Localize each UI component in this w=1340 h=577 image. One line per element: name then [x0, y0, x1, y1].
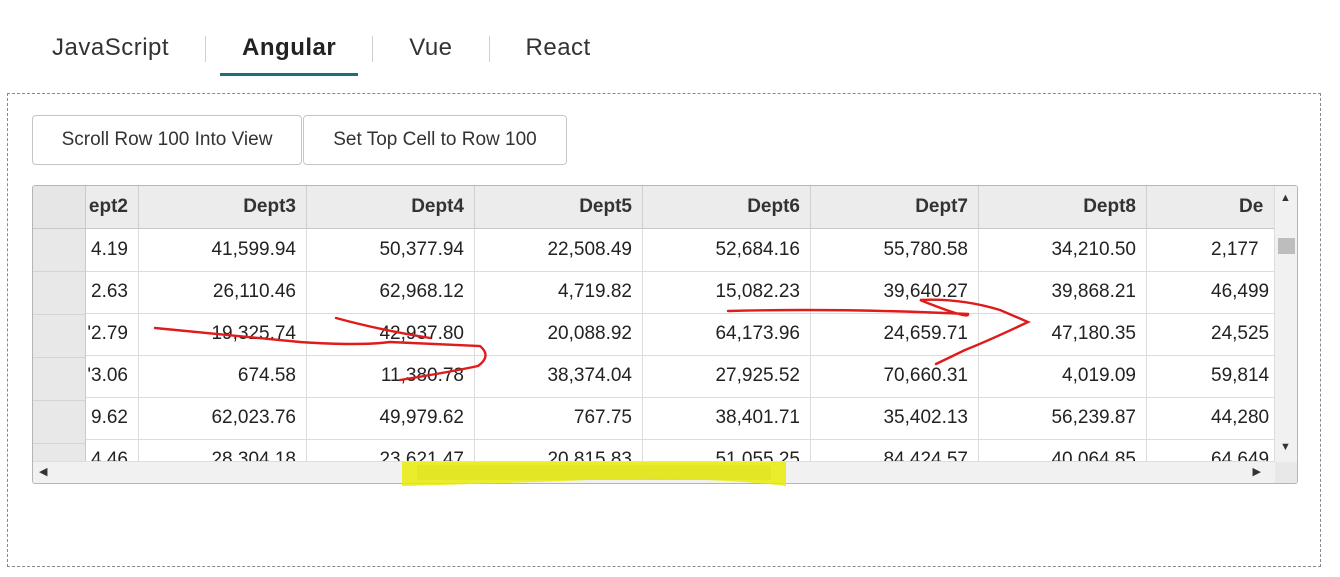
- table-row: 4.19 41,599.94 50,377.94 22,508.49 52,684.16…: [86, 229, 1275, 272]
- grid-cell[interactable]: 62,023.76: [139, 397, 307, 439]
- column-header[interactable]: ept2: [86, 186, 139, 228]
- horizontal-scroll-thumb[interactable]: [417, 465, 771, 480]
- table-row: 4.46 28,304.18 23,621.47 20,815.83 51,055.25…: [86, 439, 1275, 461]
- tab-angular[interactable]: Angular: [220, 28, 359, 76]
- tab-react[interactable]: React: [504, 28, 613, 74]
- grid-cell[interactable]: 62,968.12: [307, 271, 475, 313]
- tab-javascript[interactable]: JavaScript: [30, 28, 191, 74]
- grid-cell[interactable]: 2,177: [1147, 229, 1275, 271]
- grid-cell[interactable]: 4,019.09: [979, 355, 1147, 397]
- grid-cell[interactable]: 47,180.35: [979, 313, 1147, 355]
- grid-cell[interactable]: 56,239.87: [979, 397, 1147, 439]
- data-grid[interactable]: ept2 Dept3 Dept4 Dept5 Dept6 Dept7 Dept8…: [32, 185, 1298, 484]
- grid-cell[interactable]: 4.19: [86, 229, 139, 271]
- scroll-left-icon[interactable]: ◀: [39, 465, 47, 478]
- horizontal-scrollbar[interactable]: ◀ ▶: [33, 461, 1275, 483]
- row-header[interactable]: [33, 358, 85, 401]
- row-header[interactable]: [33, 401, 85, 444]
- row-header[interactable]: [33, 315, 85, 358]
- grid-cell[interactable]: 44,280: [1147, 397, 1275, 439]
- column-header[interactable]: De: [1147, 186, 1275, 228]
- grid-cell[interactable]: 15,082.23: [643, 271, 811, 313]
- column-header[interactable]: Dept7: [811, 186, 979, 228]
- grid-cell[interactable]: 40,064.85: [979, 439, 1147, 461]
- column-header[interactable]: Dept5: [475, 186, 643, 228]
- tab-separator: [488, 36, 490, 62]
- grid-cell[interactable]: 38,374.04: [475, 355, 643, 397]
- column-header[interactable]: Dept4: [307, 186, 475, 228]
- scroll-up-icon[interactable]: ▲: [1280, 192, 1291, 204]
- grid-cell[interactable]: '2.79: [86, 313, 139, 355]
- grid-cell[interactable]: 2.63: [86, 271, 139, 313]
- grid-cell[interactable]: 70,660.31: [811, 355, 979, 397]
- column-header[interactable]: Dept6: [643, 186, 811, 228]
- grid-cell[interactable]: 59,814: [1147, 355, 1275, 397]
- grid-cell[interactable]: 64,649: [1147, 439, 1275, 461]
- table-row: 2.63 26,110.46 62,968.12 4,719.82 15,082.23 3…: [86, 271, 1275, 314]
- grid-cell[interactable]: 35,402.13: [811, 397, 979, 439]
- grid-cell[interactable]: 23,621.47: [307, 439, 475, 461]
- grid-cell[interactable]: 22,508.49: [475, 229, 643, 271]
- grid-cell[interactable]: 39,868.21: [979, 271, 1147, 313]
- grid-cell[interactable]: 4,719.82: [475, 271, 643, 313]
- table-row: '3.06 674.58 11,380.78 38,374.04 27,925.52 70…: [86, 355, 1275, 398]
- tab-vue[interactable]: Vue: [387, 28, 474, 74]
- scroll-down-icon[interactable]: ▼: [1280, 441, 1291, 453]
- grid-cell[interactable]: 767.75: [475, 397, 643, 439]
- grid-cell[interactable]: 24,659.71: [811, 313, 979, 355]
- grid-cell[interactable]: 27,925.52: [643, 355, 811, 397]
- grid-cell[interactable]: 41,599.94: [139, 229, 307, 271]
- grid-cell[interactable]: 9.62: [86, 397, 139, 439]
- row-header[interactable]: [33, 444, 85, 461]
- grid-cell[interactable]: 52,684.16: [643, 229, 811, 271]
- vertical-scroll-thumb[interactable]: [1278, 238, 1295, 254]
- tab-separator: [205, 36, 207, 62]
- grid-corner: [33, 186, 86, 228]
- grid-cell[interactable]: 42,937.80: [307, 313, 475, 355]
- row-headers: [33, 229, 86, 461]
- scroll-right-icon[interactable]: ▶: [1253, 465, 1261, 478]
- vertical-scrollbar[interactable]: ▲ ▼: [1274, 186, 1297, 462]
- grid-cell[interactable]: '3.06: [86, 355, 139, 397]
- grid-cell[interactable]: 46,499: [1147, 271, 1275, 313]
- column-header[interactable]: Dept3: [139, 186, 307, 228]
- column-header[interactable]: Dept8: [979, 186, 1147, 228]
- grid-cell[interactable]: 49,979.62: [307, 397, 475, 439]
- grid-cell[interactable]: 24,525: [1147, 313, 1275, 355]
- grid-body: 4.19 41,599.94 50,377.94 22,508.49 52,684.16…: [86, 229, 1275, 461]
- grid-cell[interactable]: 26,110.46: [139, 271, 307, 313]
- grid-cell[interactable]: 39,640.27: [811, 271, 979, 313]
- grid-cell[interactable]: 38,401.71: [643, 397, 811, 439]
- grid-cell[interactable]: 20,088.92: [475, 313, 643, 355]
- scroll-row-100-button[interactable]: Scroll Row 100 Into View: [32, 115, 302, 165]
- grid-cell[interactable]: 64,173.96: [643, 313, 811, 355]
- grid-cell[interactable]: 28,304.18: [139, 439, 307, 461]
- grid-cell[interactable]: 4.46: [86, 439, 139, 461]
- grid-cell[interactable]: 34,210.50: [979, 229, 1147, 271]
- grid-cell[interactable]: 84,424.57: [811, 439, 979, 461]
- grid-cell[interactable]: 55,780.58: [811, 229, 979, 271]
- grid-cell[interactable]: 11,380.78: [307, 355, 475, 397]
- scrollbar-corner: [1275, 462, 1297, 483]
- table-row: '2.79 19,325.74 42,937.80 20,088.92 64,173.9…: [86, 313, 1275, 356]
- row-header[interactable]: [33, 229, 85, 272]
- grid-cell[interactable]: 674.58: [139, 355, 307, 397]
- grid-cell[interactable]: 51,055.25: [643, 439, 811, 461]
- grid-cell[interactable]: 20,815.83: [475, 439, 643, 461]
- grid-cell[interactable]: 50,377.94: [307, 229, 475, 271]
- column-headers: ept2 Dept3 Dept4 Dept5 Dept6 Dept7 Dept8…: [33, 186, 1275, 229]
- tab-separator: [372, 36, 374, 62]
- row-header[interactable]: [33, 272, 85, 315]
- grid-cell[interactable]: 19,325.74: [139, 313, 307, 355]
- framework-tabs: JavaScript Angular Vue React: [30, 28, 613, 76]
- table-row: 9.62 62,023.76 49,979.62 767.75 38,401.71 35,…: [86, 397, 1275, 440]
- set-top-cell-button[interactable]: Set Top Cell to Row 100: [303, 115, 567, 165]
